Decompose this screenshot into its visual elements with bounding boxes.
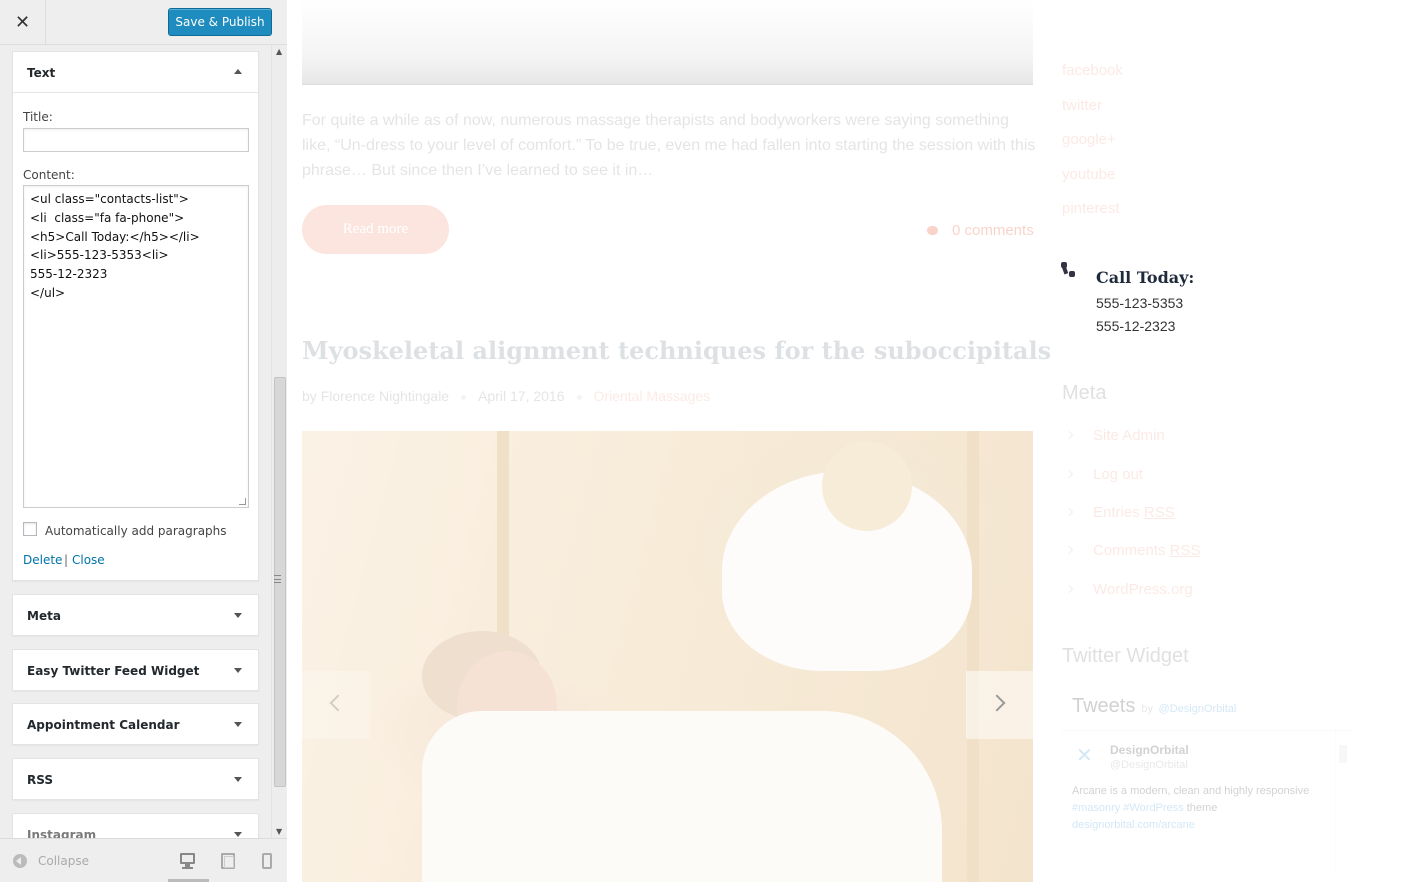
social-twitter[interactable]: twitter — [1062, 97, 1102, 114]
desktop-icon[interactable] — [178, 851, 198, 871]
caret-down-icon[interactable] — [234, 668, 242, 673]
title-label: Title: — [23, 110, 53, 124]
phone-number-2: 555-12-2323 — [1096, 318, 1176, 334]
post-category[interactable]: Oriental Massages — [594, 388, 711, 404]
widget-appointment-calendar[interactable]: Appointment Calendar — [12, 703, 259, 745]
comment-icon — [927, 226, 938, 235]
tweets-label: Tweets — [1072, 695, 1136, 717]
widget-title: RSS — [27, 773, 53, 787]
content-line: </ul> — [30, 285, 66, 300]
comments-count: 0 comments — [952, 222, 1034, 239]
widget-text: Text Title: Content: <ul class="contacts… — [12, 51, 259, 581]
widget-list: ▲ ▼ Text Title: Content: <ul class="cont… — [0, 45, 287, 838]
content-line: <h5>Call Today:</h5></li> — [30, 229, 200, 244]
meta-separator — [576, 394, 582, 400]
comments-link[interactable]: 0 comments — [927, 222, 1034, 239]
tweets-handle-link[interactable]: @DesignOrbital — [1159, 703, 1237, 715]
post-by: by — [302, 388, 317, 404]
tweet-text: Arcane is a modern, clean and highly res… — [1072, 785, 1310, 831]
read-more-button[interactable]: Read more — [302, 205, 449, 254]
twitter-widget-title: Twitter Widget — [1062, 645, 1189, 667]
customizer-sidebar: ✕ Save & Publish ▲ ▼ Text Title: Content… — [0, 0, 287, 882]
meta-widget-title: Meta — [1062, 382, 1107, 404]
social-youtube[interactable]: youtube — [1062, 166, 1115, 183]
phone-number-1: 555-123-5353 — [1096, 295, 1184, 311]
widget-title: Easy Twitter Feed Widget — [27, 664, 200, 678]
title-input[interactable] — [23, 128, 249, 152]
delete-link[interactable]: Delete — [23, 553, 62, 567]
meta-separator — [461, 394, 467, 400]
collapse-icon[interactable] — [13, 854, 27, 868]
content-textarea[interactable]: <ul class="contacts-list"> <li class="fa… — [23, 185, 249, 508]
post-date[interactable]: April 17, 2016 — [478, 388, 564, 404]
post-author[interactable]: Florence Nightingale — [321, 388, 449, 404]
scrollbar-grip-icon — [274, 575, 281, 583]
auto-paragraphs-checkbox[interactable] — [23, 522, 37, 536]
tweets-by: by — [1141, 703, 1153, 715]
tweet-user-handle[interactable]: @DesignOrbital — [1110, 759, 1188, 771]
meta-comments-rss-link[interactable]: Comments RSS — [1064, 542, 1201, 559]
twitter-timeline: Tweets by @DesignOrbital ✕ DesignOrbital … — [1062, 685, 1352, 882]
widget-text-header[interactable]: Text — [13, 52, 258, 93]
content-line: <li>555-123-5353<li> — [30, 248, 169, 263]
auto-paragraphs-label[interactable]: Automatically add paragraphs — [45, 524, 227, 538]
content-line: <ul class="contacts-list"> — [30, 192, 189, 206]
widget-meta[interactable]: Meta — [12, 594, 259, 636]
post-excerpt: For quite a while as of now, numerous ma… — [302, 112, 1036, 179]
customizer-footer: Collapse — [0, 838, 287, 882]
slider-next-button[interactable] — [966, 671, 1034, 739]
tweets-header: Tweets by @DesignOrbital — [1072, 695, 1236, 718]
close-icon: ✕ — [14, 12, 31, 33]
social-google-plus[interactable]: google+ — [1062, 131, 1116, 148]
caret-down-icon[interactable] — [234, 832, 242, 837]
post-meta: by Florence Nightingale April 17, 2016 Ori… — [302, 388, 710, 404]
tablet-icon[interactable] — [221, 853, 235, 869]
tweet-user-name[interactable]: DesignOrbital — [1110, 743, 1189, 757]
social-facebook[interactable]: facebook — [1062, 62, 1123, 79]
meta-wordpress-org-link[interactable]: WordPress.org — [1064, 581, 1193, 598]
collapse-button[interactable]: Collapse — [38, 854, 89, 868]
sidebar-scrollbar[interactable]: ▲ ▼ — [271, 45, 287, 838]
widget-title: Instagram — [27, 828, 97, 838]
widget-title: Meta — [27, 609, 61, 623]
mobile-icon[interactable] — [262, 853, 272, 869]
post-title[interactable]: Myoskeletal alignment techniques for the… — [302, 336, 1051, 365]
content-label: Content: — [23, 168, 75, 182]
chevron-left-icon — [329, 694, 347, 712]
content-line: <li class="fa fa-phone"> — [30, 210, 185, 225]
widget-title: Appointment Calendar — [27, 718, 180, 732]
customizer-header: ✕ Save & Publish — [0, 0, 287, 45]
caret-down-icon[interactable] — [234, 613, 242, 618]
close-link[interactable]: Close — [72, 553, 105, 567]
caret-down-icon[interactable] — [234, 777, 242, 782]
widget-rss[interactable]: RSS — [12, 758, 259, 800]
scroll-down-icon[interactable]: ▼ — [276, 827, 282, 836]
caret-up-icon[interactable] — [234, 69, 242, 74]
phone-icon — [1061, 262, 1079, 280]
caret-down-icon[interactable] — [234, 722, 242, 727]
call-today-heading: Call Today: — [1096, 268, 1195, 287]
meta-entries-rss-link[interactable]: Entries RSS — [1064, 504, 1175, 521]
meta-log-out-link[interactable]: Log out — [1064, 466, 1143, 483]
widget-instagram[interactable]: Instagram — [12, 813, 259, 838]
meta-site-admin-link[interactable]: Site Admin — [1064, 427, 1165, 444]
social-pinterest[interactable]: pinterest — [1062, 200, 1120, 217]
slider-prev-button[interactable] — [302, 671, 370, 739]
resize-handle-icon[interactable] — [239, 498, 246, 505]
chevron-right-icon — [988, 694, 1006, 712]
scroll-up-icon[interactable]: ▲ — [276, 47, 282, 56]
close-customizer-button[interactable]: ✕ — [0, 0, 46, 45]
save-publish-button[interactable]: Save & Publish — [168, 8, 272, 36]
tweet: ✕ DesignOrbital @DesignOrbital Arcane is… — [1062, 730, 1352, 871]
widget-easy-twitter-feed[interactable]: Easy Twitter Feed Widget — [12, 649, 259, 691]
designorbital-logo-icon[interactable]: ✕ — [1076, 745, 1096, 765]
content-line: 555-12-2323 — [30, 267, 108, 282]
widget-title: Text — [27, 66, 56, 80]
site-preview: For quite a while as of now, numerous ma… — [287, 0, 1427, 882]
link-separator: | — [64, 553, 69, 567]
post-featured-image — [302, 431, 1033, 882]
timeline-scrollbar[interactable] — [1335, 731, 1349, 871]
post-thumbnail — [302, 0, 1033, 85]
